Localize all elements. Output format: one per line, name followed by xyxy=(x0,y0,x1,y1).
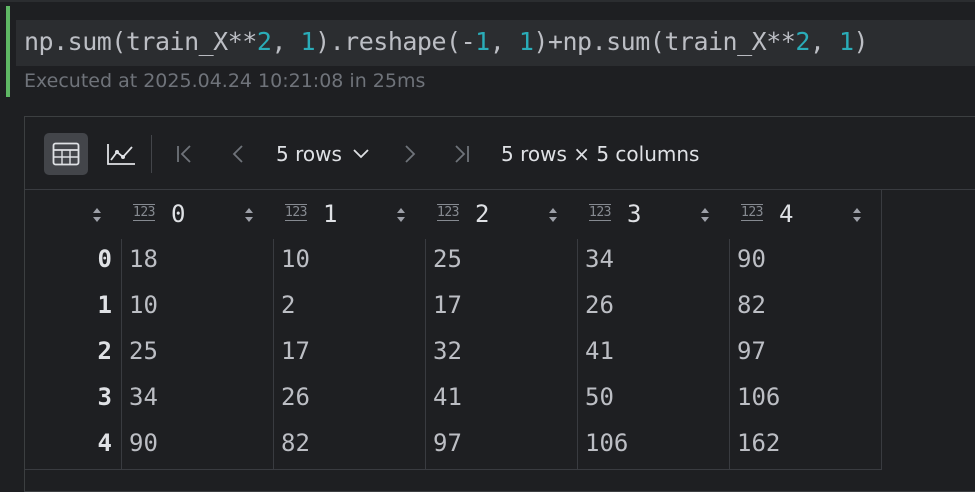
dataframe-output: 5 rows 5 rows × 5 columns 123 0 123 1 123 2 12… xyxy=(24,116,975,492)
column-header-4[interactable]: 4 xyxy=(779,200,793,228)
table-cell[interactable]: 18 xyxy=(129,245,158,273)
previous-page-button[interactable] xyxy=(223,139,253,169)
data-table: 123 0 123 1 123 2 123 3 123 4 0 18 10 25 34 90 1 10 2 17 26 8… xyxy=(25,190,882,470)
column-divider xyxy=(273,239,274,469)
column-sort-icon[interactable] xyxy=(699,205,711,225)
cell-execution-indicator xyxy=(6,6,10,97)
code-number-literal: 1 xyxy=(300,27,316,56)
table-cell[interactable]: 82 xyxy=(281,429,310,457)
code-token: , xyxy=(271,27,301,56)
column-header-0[interactable]: 0 xyxy=(171,200,185,228)
column-sort-icon[interactable] xyxy=(395,205,407,225)
code-token: np.sum(train_X** xyxy=(24,27,257,56)
table-cell[interactable]: 50 xyxy=(585,383,614,411)
table-cell[interactable]: 106 xyxy=(737,383,780,411)
table-summary: 5 rows × 5 columns xyxy=(501,142,700,166)
line-chart-icon xyxy=(107,144,135,165)
chevron-right-icon xyxy=(405,145,416,163)
row-index: 1 xyxy=(97,291,112,319)
table-cell[interactable]: 82 xyxy=(737,291,766,319)
table-cell[interactable]: 162 xyxy=(737,429,780,457)
index-sort-icon[interactable] xyxy=(91,205,103,225)
numeric-type-icon: 123 xyxy=(589,204,611,221)
table-header-row: 123 0 123 1 123 2 123 3 123 4 xyxy=(25,200,881,230)
table-cell[interactable]: 90 xyxy=(129,429,158,457)
row-index: 3 xyxy=(97,383,112,411)
code-token: ) xyxy=(853,27,869,56)
code-cell[interactable]: np.sum(train_X**2, 1).reshape(-1, 1)+np.… xyxy=(16,20,975,66)
column-sort-icon[interactable] xyxy=(547,205,559,225)
chevron-left-icon xyxy=(232,145,243,163)
rows-per-page-label: 5 rows xyxy=(276,142,342,166)
column-header-1[interactable]: 1 xyxy=(323,200,337,228)
code-line[interactable]: np.sum(train_X**2, 1).reshape(-1, 1)+np.… xyxy=(24,27,869,56)
last-page-button[interactable] xyxy=(446,139,476,169)
row-index: 4 xyxy=(97,429,112,457)
table-cell[interactable]: 10 xyxy=(281,245,310,273)
table-cell[interactable]: 41 xyxy=(433,383,462,411)
table-cell[interactable]: 41 xyxy=(585,337,614,365)
table-cell[interactable]: 26 xyxy=(281,383,310,411)
numeric-type-icon: 123 xyxy=(285,204,307,221)
table-cell[interactable]: 34 xyxy=(129,383,158,411)
table-cell[interactable]: 10 xyxy=(129,291,158,319)
table-cell[interactable]: 17 xyxy=(281,337,310,365)
rows-per-page-select[interactable]: 5 rows xyxy=(276,139,370,169)
code-token: ).reshape(- xyxy=(315,27,476,56)
table-cell[interactable]: 25 xyxy=(433,245,462,273)
table-cell[interactable]: 106 xyxy=(585,429,628,457)
top-border xyxy=(0,0,975,2)
numeric-type-icon: 123 xyxy=(741,204,763,221)
column-divider xyxy=(729,239,730,469)
table-view-button[interactable] xyxy=(44,133,88,175)
table-cell[interactable]: 32 xyxy=(433,337,462,365)
numeric-type-icon: 123 xyxy=(133,204,155,221)
numeric-type-icon: 123 xyxy=(437,204,459,221)
chevron-down-icon xyxy=(353,149,369,159)
table-cell[interactable]: 17 xyxy=(433,291,462,319)
column-sort-icon[interactable] xyxy=(243,205,255,225)
code-token: )+np.sum(train_X** xyxy=(533,27,796,56)
row-index: 2 xyxy=(97,337,112,365)
column-divider xyxy=(121,239,122,469)
code-number-literal: 1 xyxy=(475,27,490,56)
execution-status: Executed at 2025.04.24 10:21:08 in 25ms xyxy=(24,70,426,92)
first-page-button[interactable] xyxy=(170,139,200,169)
row-index: 0 xyxy=(97,245,112,273)
table-cell[interactable]: 25 xyxy=(129,337,158,365)
table-icon xyxy=(52,142,80,166)
output-toolbar: 5 rows 5 rows × 5 columns xyxy=(25,117,975,190)
table-cell[interactable]: 2 xyxy=(281,291,295,319)
table-cell[interactable]: 97 xyxy=(433,429,462,457)
next-page-button[interactable] xyxy=(395,139,425,169)
code-token: , xyxy=(809,27,839,56)
column-sort-icon[interactable] xyxy=(851,205,863,225)
column-divider xyxy=(577,239,578,469)
first-page-icon xyxy=(177,145,191,163)
toolbar-divider xyxy=(151,135,152,173)
chart-view-button[interactable] xyxy=(99,133,143,175)
code-number-literal: 1 xyxy=(838,27,854,56)
table-cell[interactable]: 97 xyxy=(737,337,766,365)
code-token: , xyxy=(489,27,519,56)
code-number-literal: 2 xyxy=(256,27,272,56)
code-number-literal: 1 xyxy=(518,27,534,56)
table-cell[interactable]: 26 xyxy=(585,291,614,319)
table-cell[interactable]: 90 xyxy=(737,245,766,273)
column-header-3[interactable]: 3 xyxy=(627,200,641,228)
last-page-icon xyxy=(455,145,469,163)
column-header-2[interactable]: 2 xyxy=(475,200,489,228)
table-cell[interactable]: 34 xyxy=(585,245,614,273)
column-divider xyxy=(425,239,426,469)
code-number-literal: 2 xyxy=(795,27,810,56)
